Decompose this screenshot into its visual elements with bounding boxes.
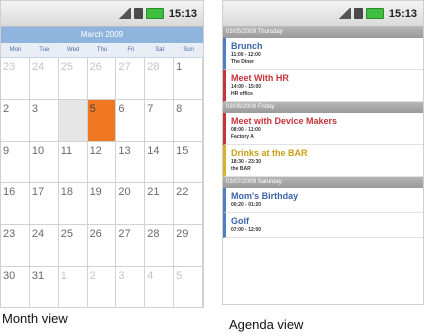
day-cell[interactable]: 8 [174,99,203,142]
day-cell[interactable]: 28 [145,58,175,100]
day-cell[interactable]: 24 [29,58,59,100]
agenda-day-header: 03/05/2009 Thursday [223,27,423,38]
weekday-header: Mon Tue Wed Thu Fri Sat Sun [1,43,203,58]
day-cell[interactable]: 30 [1,267,30,307]
day-cell[interactable]: 21 [145,183,175,226]
day-cell[interactable]: 3 [29,99,59,142]
event-title: Golf [231,216,249,226]
weekday-label: Thu [96,47,108,53]
battery-icon [145,8,164,19]
weekday-label: Tue [39,47,50,53]
status-bar: 15:13 [223,1,423,27]
event-title: Drinks at the BAR [231,148,308,158]
day-cell[interactable]: 26 [87,58,117,100]
agenda-day-header: 03/06/2009 Friday [223,102,423,113]
agenda-event[interactable]: Mom's Birthday 00:20 - 01:20 [223,188,423,213]
agenda-event[interactable]: Golf 07:00 - 12:00 [223,213,423,238]
day-cell[interactable]: 11 [58,141,88,184]
day-cell[interactable]: 29 [174,225,203,268]
day-cell[interactable]: 25 [58,58,88,100]
sim-icon [353,8,363,19]
day-cell[interactable]: 20 [116,183,146,226]
day-cell[interactable]: 1 [174,58,203,100]
status-clock: 15:13 [168,7,197,20]
agenda-view-screen: 15:13 03/05/2009 Thursday Brunch 11:00 - 1… [222,0,424,305]
event-time: 07:00 - 12:00 [231,227,262,233]
weekday-label: Sat [155,47,165,53]
day-cell[interactable]: 4 [145,267,175,307]
day-cell[interactable]: 5 [174,267,203,307]
day-cell[interactable]: 24 [29,225,59,268]
day-cell[interactable]: 13 [116,141,146,184]
event-title: Brunch [231,41,263,51]
day-cell[interactable]: 6 [116,99,146,142]
day-cell[interactable]: 25 [58,225,88,268]
event-time: 08:00 - 11:00 [231,127,261,133]
day-cell[interactable]: 9 [1,141,30,184]
day-cell[interactable]: 2 [88,267,117,307]
day-cell[interactable]: 17 [29,183,59,226]
month-title[interactable]: March 2009 [1,27,203,43]
signal-icon [117,8,131,19]
weekday-label: Wed [67,47,80,53]
agenda-view-caption: Agenda view [229,317,304,332]
agenda-day-header: 03/07/2009 Saturday [223,177,423,188]
weekday-label: Sun [183,47,194,53]
agenda-list: 03/05/2009 Thursday Brunch 11:00 - 12:00 Th… [223,27,423,238]
event-title: Mom's Birthday [231,191,299,201]
day-cell[interactable]: 27 [116,225,146,268]
day-cell[interactable]: 15 [174,141,203,184]
month-view-caption: Month view [2,311,68,326]
day-cell[interactable]: 12 [87,141,117,184]
event-time: 18:30 - 23:30 [231,159,262,165]
day-cell[interactable]: 10 [29,141,59,184]
day-cell[interactable]: 26 [87,225,117,268]
status-clock: 15:13 [388,7,417,20]
day-cell[interactable]: 31 [30,267,59,307]
day-cell[interactable]: 19 [87,183,117,226]
event-time: 14:00 - 15:00 [231,84,262,90]
day-cell[interactable] [58,99,88,142]
event-location: Factory A [231,134,254,140]
day-cell[interactable]: 2 [1,99,30,142]
day-cell[interactable]: 23 [1,58,30,100]
day-cell[interactable]: 22 [174,183,203,226]
event-location: HR office [231,91,253,97]
day-cell[interactable]: 7 [145,99,175,142]
day-cell[interactable]: 1 [59,267,88,307]
agenda-event[interactable]: Meet With HR 14:00 - 15:00 HR office [223,70,423,102]
agenda-event[interactable]: Brunch 11:00 - 12:00 The Diner [223,38,423,70]
event-location: The Diner [231,59,255,65]
day-cell[interactable]: 23 [1,225,30,268]
day-cell[interactable]: 16 [1,183,30,226]
event-location: the BAR [231,166,251,172]
month-view-screen: 15:13 March 2009 Mon Tue Wed Thu Fri Sat… [0,0,204,308]
event-title: Meet With HR [231,73,289,83]
day-cell[interactable]: 28 [145,225,175,268]
day-cell[interactable]: 5 [87,99,117,142]
agenda-event[interactable]: Meet with Device Makers 08:00 - 11:00 Fact… [223,113,423,145]
month-grid: 23 24 25 26 27 28 1 2 3 5 6 7 8 9 10 11 12 13 14 15 16 17 18 19… [1,58,203,307]
weekday-label: Mon [9,47,22,53]
day-cell[interactable]: 14 [145,141,175,184]
signal-icon [337,8,351,19]
event-time: 00:20 - 01:20 [231,202,262,208]
day-cell[interactable]: 18 [58,183,88,226]
agenda-event[interactable]: Drinks at the BAR 18:30 - 23:30 the BAR [223,145,423,177]
status-bar: 15:13 [1,1,203,27]
day-cell[interactable]: 27 [116,58,146,100]
battery-icon [365,8,384,19]
event-time: 11:00 - 12:00 [231,52,261,58]
event-title: Meet with Device Makers [231,116,338,126]
weekday-label: Fri [127,47,135,53]
day-cell[interactable]: 3 [116,267,146,307]
sim-icon [133,8,143,19]
